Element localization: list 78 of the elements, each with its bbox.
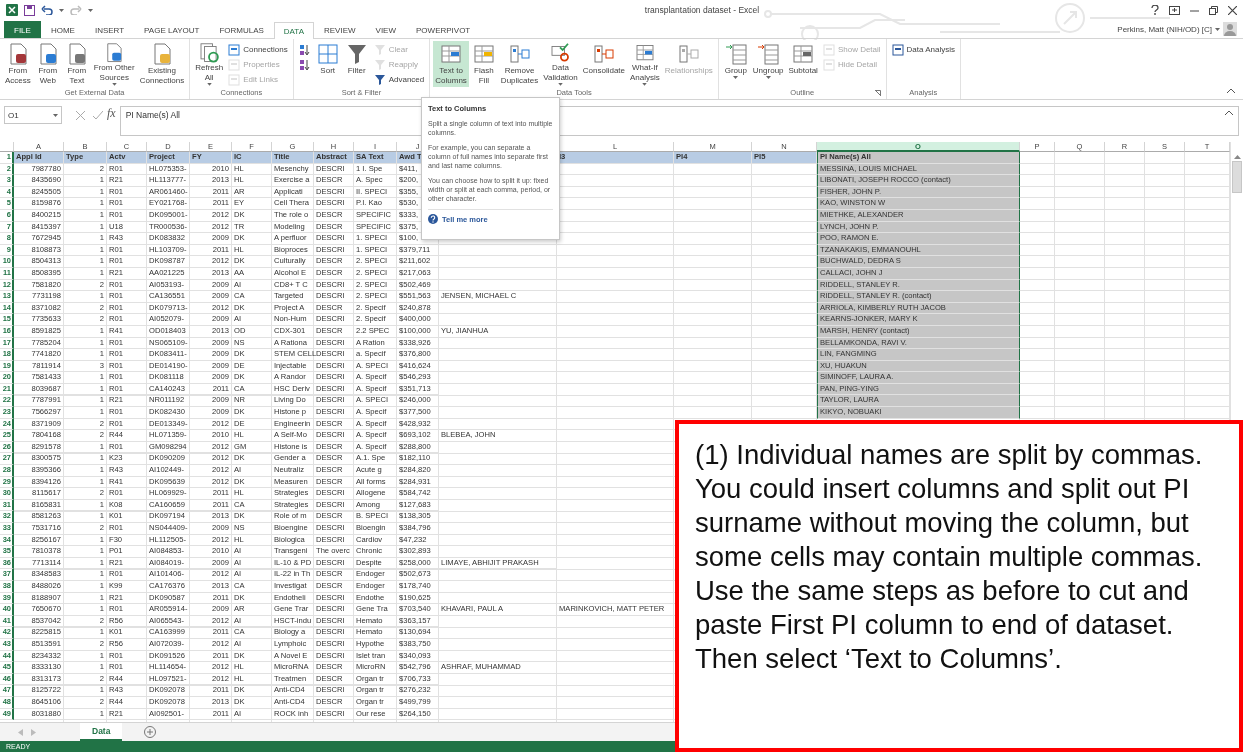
clear-filter-icon (373, 43, 386, 56)
ribbon-button[interactable]: Flash Fill (469, 41, 498, 87)
avatar-icon (1223, 22, 1237, 36)
ribbon-button[interactable]: Data Validation (541, 41, 580, 87)
ribbon-button[interactable]: From Other Sources (91, 41, 137, 87)
ribbon-button[interactable]: Ungroup (750, 41, 786, 87)
ribbon-button[interactable]: Group (721, 41, 750, 87)
sort-icon (315, 42, 340, 66)
callout-text: (1) Individual names are split by commas. You could insert columns and split out PI surname without moving the column, but some cells may contain multiple commas. Use the same steps as before to cut and paste First PI column to end of dataset. Then select ‘Text to Columns’. (695, 438, 1204, 676)
properties-icon (228, 58, 241, 71)
expand-icon (1225, 110, 1233, 115)
reapply-filter-icon (373, 58, 386, 71)
refresh-icon (197, 42, 222, 64)
previous-sheet-icon (18, 728, 23, 736)
undo-caret-icon (59, 8, 64, 12)
remove-duplicates-icon (507, 42, 532, 66)
ribbon-button[interactable]: Consolidate (580, 41, 627, 87)
scroll-up-icon (1233, 154, 1241, 159)
caret-icon (206, 83, 212, 86)
undo-icon[interactable] (41, 5, 53, 15)
ribbon-button[interactable]: Sort (313, 41, 342, 87)
caret-icon (111, 83, 117, 86)
ribbon-button[interactable]: Existing Connections (137, 41, 187, 87)
ribbon-button[interactable]: Text to Columns (433, 41, 469, 87)
spreadsheet-logo-icon (6, 4, 18, 16)
ribbon-button[interactable]: Refresh All (193, 41, 226, 87)
consolidate-icon (591, 42, 616, 66)
ribbon-button[interactable]: What-If Analysis (628, 41, 662, 87)
advanced-filter-icon (373, 73, 386, 86)
help-icon[interactable] (1151, 5, 1159, 15)
caret-icon (733, 76, 739, 79)
ribbon-button[interactable]: From Access (3, 41, 33, 87)
group-icon (723, 42, 748, 66)
caret-icon (558, 83, 563, 86)
ungroup-icon (756, 42, 781, 66)
account-caret-icon (1215, 27, 1220, 31)
dialog-launcher-icon (874, 90, 881, 96)
insert-function-button[interactable]: fx (107, 106, 116, 121)
sort-ascending-icon (298, 43, 311, 56)
minus-icon (822, 58, 835, 71)
name-box[interactable]: O1 (4, 106, 62, 124)
chart-icon (891, 43, 904, 56)
ribbon-tab[interactable]: DATA (273, 22, 314, 39)
plus-icon (822, 43, 835, 56)
ribbon-button[interactable]: Connections (226, 42, 290, 57)
save-icon[interactable] (24, 4, 35, 16)
sort-descending-icon (298, 58, 311, 71)
customize-caret-icon (88, 8, 93, 12)
help-icon (428, 214, 438, 224)
ribbon-button[interactable]: Subtotal (786, 41, 820, 87)
ribbon-display-icon[interactable] (1169, 5, 1180, 15)
new-sheet-icon[interactable] (144, 726, 157, 738)
cancel-icon (76, 111, 85, 120)
caret-icon (765, 76, 771, 79)
collapse-ribbon-icon (1227, 88, 1235, 93)
ribbon-button[interactable]: Advanced (371, 72, 427, 87)
caret-icon (53, 113, 58, 117)
restore-icon[interactable] (1209, 5, 1218, 15)
scrollbar-thumb[interactable] (1232, 161, 1242, 193)
ribbon-tab[interactable]: FILE (4, 21, 41, 38)
connections-icon (228, 43, 241, 56)
window-title: transplantation dataset - Excel (643, 5, 761, 15)
check-icon (93, 111, 103, 120)
link-icon (228, 73, 241, 86)
relationships-icon (676, 42, 701, 66)
ribbon-button[interactable]: Remove Duplicates (498, 41, 541, 87)
split-columns-icon (439, 42, 464, 66)
ribbon-button[interactable]: Filter (342, 41, 371, 87)
subtotal-icon (791, 42, 816, 66)
next-sheet-icon (31, 728, 36, 736)
ribbon-button[interactable]: From Web (33, 41, 62, 87)
ribbon-button[interactable]: From Text (62, 41, 91, 87)
sheet-tab[interactable]: Data (80, 723, 123, 741)
caret-icon (642, 83, 648, 86)
close-icon[interactable] (1228, 5, 1237, 15)
flash-fill-icon (471, 42, 496, 66)
ribbon-button[interactable]: Data Analysis (889, 42, 958, 57)
user-name[interactable]: Perkins, Matt (NIH/OD) [C] (1117, 24, 1212, 34)
